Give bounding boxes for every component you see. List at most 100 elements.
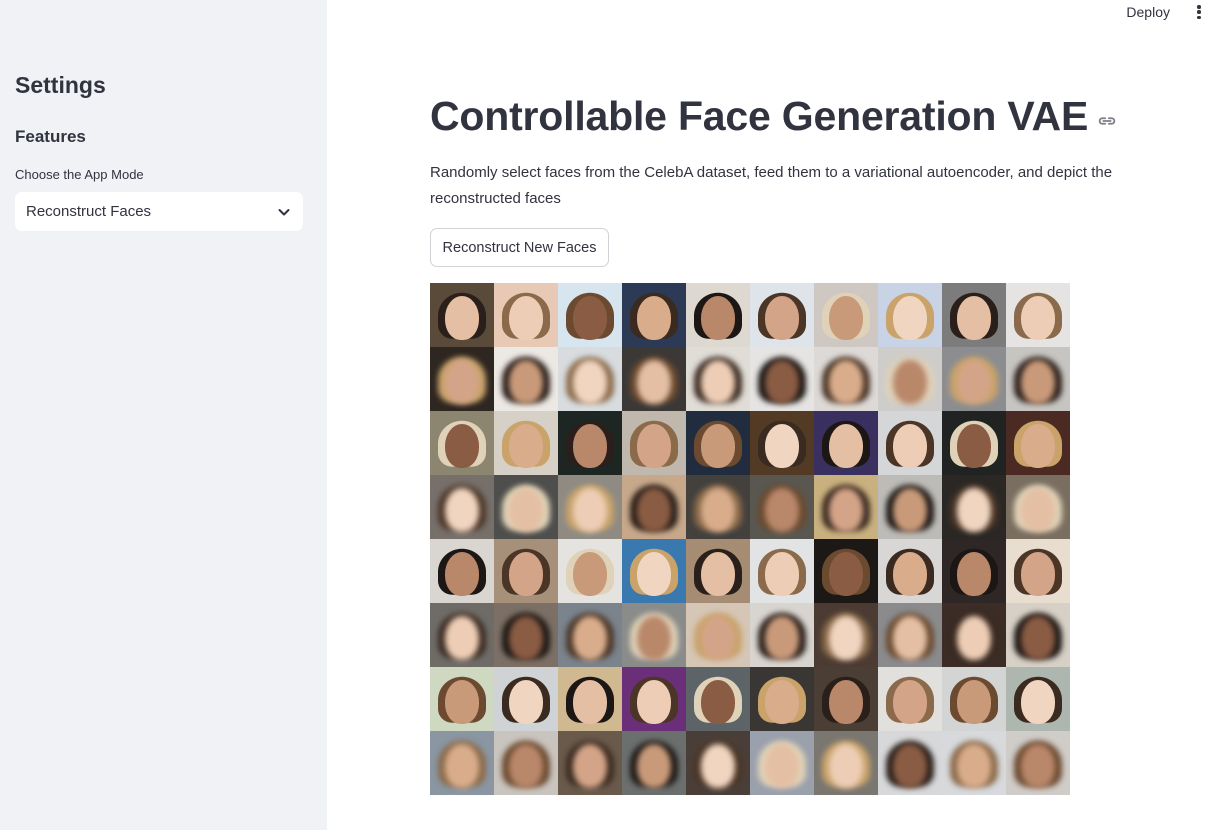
original-face-cell [814,667,878,731]
face-shape [701,615,735,660]
face-shape [637,487,671,532]
original-face-cell [686,283,750,347]
reconstructed-face-cell [1006,603,1070,667]
reconstructed-face-cell [686,347,750,411]
reconstructed-face-cell [1006,347,1070,411]
original-face-cell [686,539,750,603]
face-shape [509,295,543,340]
face-shape [829,487,863,532]
reconstructed-face-cell [814,603,878,667]
page-title-text: Controllable Face Generation VAE [430,93,1089,139]
reconstructed-face-cell [494,731,558,795]
reconstructed-face-cell [430,475,494,539]
reconstructed-face-cell [750,603,814,667]
kebab-menu-icon[interactable] [1195,4,1203,20]
face-shape [957,295,991,340]
reconstructed-face-cell [558,475,622,539]
face-shape [573,743,607,788]
original-face-cell [814,283,878,347]
face-shape [765,679,799,724]
face-shape [829,423,863,468]
original-face-cell [1006,667,1070,731]
face-shape [893,487,927,532]
face-shape [701,743,735,788]
face-shape [1021,359,1055,404]
reconstructed-face-cell [558,731,622,795]
face-shape [637,679,671,724]
face-shape [445,423,479,468]
face-shape [573,359,607,404]
face-shape [1021,487,1055,532]
face-shape [1021,679,1055,724]
reconstructed-face-cell [942,603,1006,667]
original-face-cell [622,667,686,731]
face-shape [957,615,991,660]
face-shape [573,679,607,724]
face-shape [445,615,479,660]
face-shape [573,423,607,468]
reconstructed-face-cell [814,347,878,411]
original-face-cell [942,283,1006,347]
face-shape [957,487,991,532]
face-shape [509,743,543,788]
original-face-cell [494,283,558,347]
original-face-cell [622,283,686,347]
reconstructed-face-cell [814,731,878,795]
face-shape [1021,743,1055,788]
face-shape [893,295,927,340]
face-shape [765,487,799,532]
face-shape [893,615,927,660]
face-shape [445,743,479,788]
face-shape [637,551,671,596]
face-grid-image [430,283,1070,795]
face-shape [765,359,799,404]
face-shape [445,551,479,596]
face-shape [893,679,927,724]
deploy-button[interactable]: Deploy [1126,4,1170,20]
original-face-cell [430,283,494,347]
reconstructed-face-cell [430,731,494,795]
face-shape [1021,551,1055,596]
app-mode-select[interactable]: Reconstruct Faces [15,192,303,231]
face-shape [701,679,735,724]
reconstructed-face-cell [622,731,686,795]
link-icon[interactable] [1096,110,1118,132]
face-shape [1021,615,1055,660]
original-face-cell [878,539,942,603]
reconstruct-new-faces-button[interactable]: Reconstruct New Faces [430,228,609,267]
face-shape [829,615,863,660]
original-face-cell [686,411,750,475]
face-shape [1021,423,1055,468]
app-header: Deploy [327,0,1212,24]
reconstructed-face-cell [878,603,942,667]
original-face-cell [494,411,558,475]
sidebar: Settings Features Choose the App Mode Re… [0,0,327,830]
reconstructed-face-cell [430,347,494,411]
face-shape [957,359,991,404]
original-face-cell [878,411,942,475]
face-shape [637,295,671,340]
face-shape [701,423,735,468]
original-face-cell [750,411,814,475]
face-shape [829,679,863,724]
original-face-cell [750,283,814,347]
face-shape [509,551,543,596]
original-face-cell [814,411,878,475]
original-face-cell [622,539,686,603]
reconstructed-face-cell [558,603,622,667]
face-shape [637,359,671,404]
original-face-cell [622,411,686,475]
reconstructed-face-cell [494,347,558,411]
face-shape [957,743,991,788]
reconstructed-face-cell [622,347,686,411]
original-face-cell [1006,283,1070,347]
face-shape [829,551,863,596]
face-shape [1021,295,1055,340]
face-shape [445,295,479,340]
original-face-cell [558,283,622,347]
face-shape [765,423,799,468]
chevron-down-icon [277,205,291,219]
original-face-cell [430,667,494,731]
reconstructed-face-cell [558,347,622,411]
reconstructed-face-cell [878,731,942,795]
